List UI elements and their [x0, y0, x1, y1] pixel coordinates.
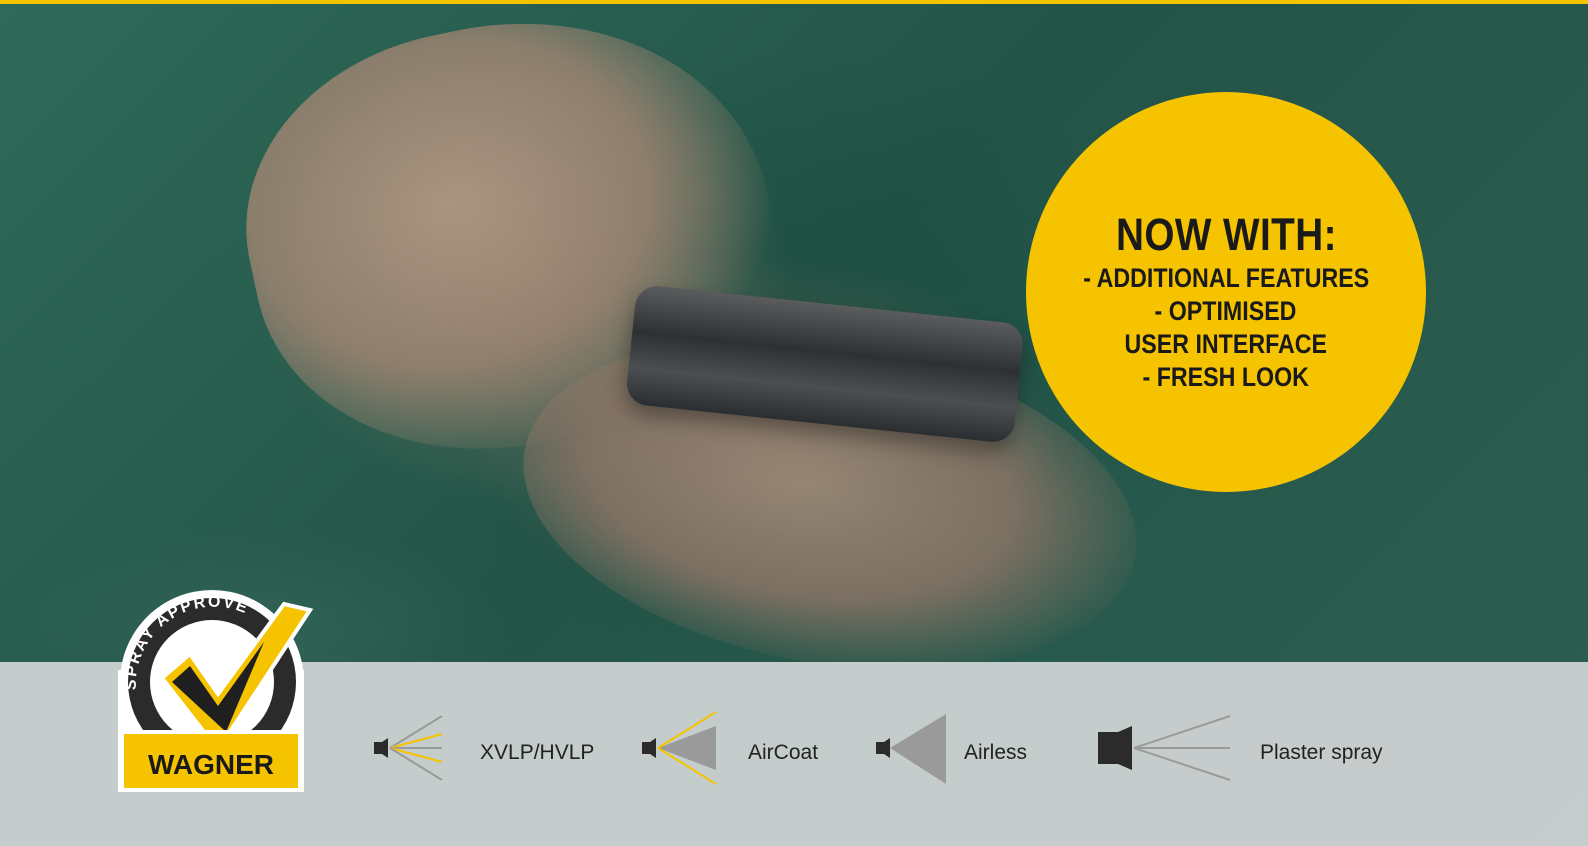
badge-line-3: USER INTERFACE: [1124, 329, 1328, 359]
badge-title: NOW WITH:: [1115, 209, 1337, 260]
badge-line-2: - OPTIMISED: [1155, 296, 1297, 326]
badge-line-4: - FRESH LOOK: [1142, 362, 1310, 392]
xvlp-hvlp-spray-icon: [374, 715, 443, 781]
airless-spray-icon: [876, 714, 946, 784]
spray-approved-logo: SPRAY APPROVED WAGNER: [114, 582, 314, 792]
badge-line-1: - ADDITIONAL FEATURES: [1083, 263, 1369, 293]
xvlp-hvlp-label: XVLP/HVLP: [480, 741, 595, 764]
plaster-spray-label: Plaster spray: [1260, 741, 1383, 764]
logo-brand-text: WAGNER: [148, 749, 274, 780]
plaster-spray-icon: [1098, 715, 1231, 781]
feature-badge: NOW WITH: - ADDITIONAL FEATURES - OPTIMI…: [1026, 92, 1426, 492]
aircoat-spray-icon: [642, 711, 717, 785]
aircoat-label: AirCoat: [748, 741, 819, 764]
airless-label: Airless: [964, 741, 1028, 764]
